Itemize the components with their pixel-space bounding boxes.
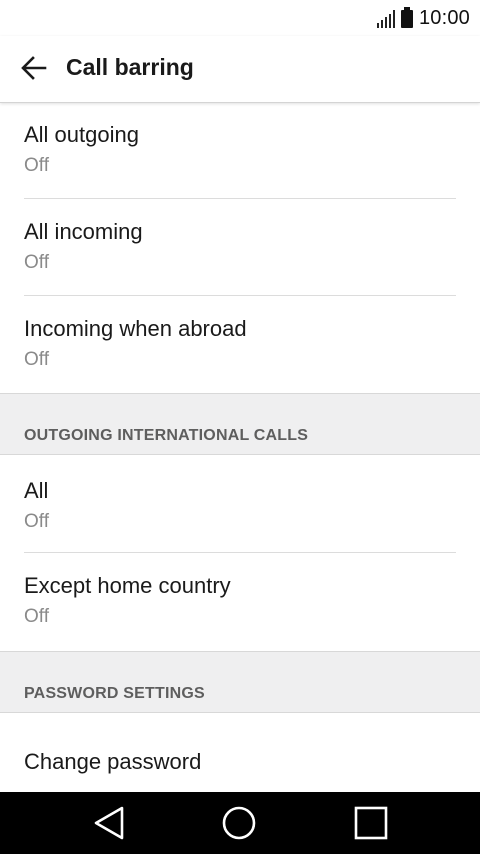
navigation-bar — [0, 792, 480, 854]
item-title: All — [24, 478, 49, 503]
list-item-change-password[interactable]: Change password — [0, 713, 480, 793]
item-summary: Off — [24, 511, 49, 532]
battery-icon — [400, 7, 413, 28]
item-title: Change password — [24, 749, 202, 774]
page-title: Call barring — [66, 54, 194, 80]
item-summary: Off — [24, 155, 49, 176]
screen: 10:00 Call barring All outgoing Off All … — [0, 0, 480, 854]
item-summary: Off — [24, 606, 49, 627]
list-item-all-incoming[interactable]: All incoming Off — [0, 199, 480, 296]
item-title: Incoming when abroad — [24, 316, 247, 341]
item-summary: Off — [24, 252, 49, 273]
section-header-label: OUTGOING INTERNATIONAL CALLS — [24, 427, 309, 444]
nav-home-button[interactable] — [219, 803, 259, 843]
section-header-international: OUTGOING INTERNATIONAL CALLS — [0, 393, 480, 455]
status-icons: 10:00 — [376, 0, 470, 36]
item-title: All incoming — [24, 219, 143, 244]
item-title: All outgoing — [24, 122, 139, 147]
triangle-back-icon — [94, 806, 124, 840]
square-recents-icon — [354, 806, 388, 840]
circle-home-icon — [222, 806, 256, 840]
nav-back-button[interactable] — [89, 803, 129, 843]
settings-list: All outgoing Off All incoming Off Incomi… — [0, 103, 480, 793]
status-clock: 10:00 — [418, 6, 470, 29]
item-summary: Off — [24, 349, 49, 370]
nav-recents-button[interactable] — [351, 803, 391, 843]
section-header-label: PASSWORD SETTINGS — [24, 685, 205, 702]
back-button[interactable] — [14, 48, 54, 88]
status-bar: 10:00 — [0, 0, 480, 36]
list-item-all-international[interactable]: All Off — [0, 455, 480, 553]
item-title: Except home country — [24, 573, 231, 598]
section-header-password: PASSWORD SETTINGS — [0, 651, 480, 713]
signal-icon — [376, 8, 395, 28]
list-item-except-home-country[interactable]: Except home country Off — [0, 553, 480, 651]
app-bar: Call barring — [0, 36, 480, 103]
arrow-left-icon — [21, 56, 47, 80]
list-item-all-outgoing[interactable]: All outgoing Off — [0, 103, 480, 199]
list-item-incoming-when-abroad[interactable]: Incoming when abroad Off — [0, 296, 480, 393]
